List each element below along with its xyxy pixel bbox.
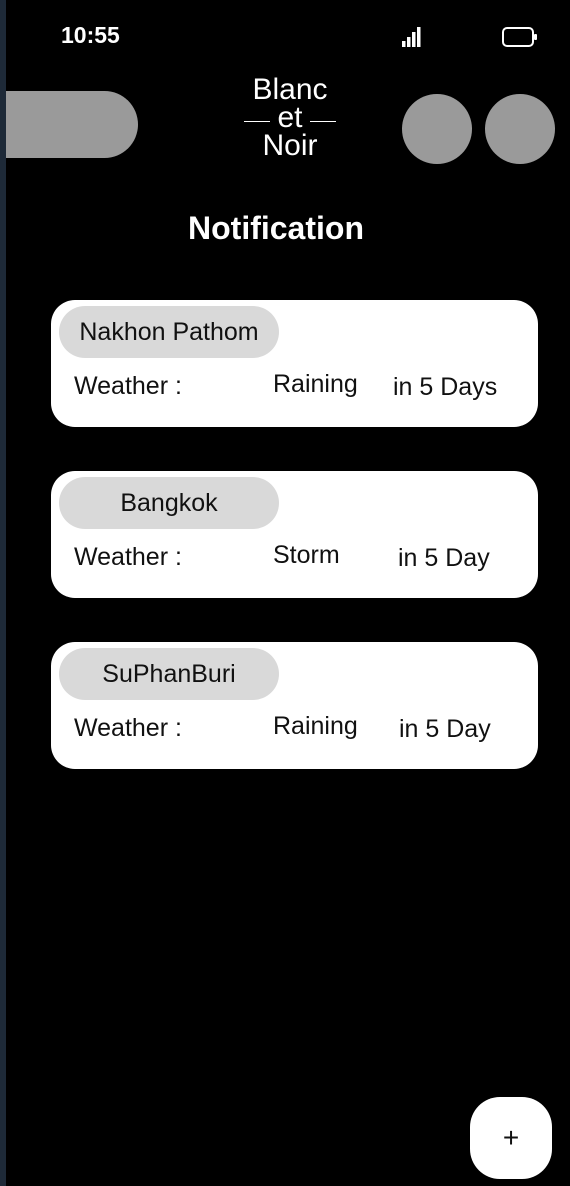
city-chip: Bangkok <box>59 477 279 529</box>
header-circle-button-2[interactable] <box>485 94 555 164</box>
weather-label: Weather : <box>74 372 182 400</box>
status-bar: 10:55 <box>6 0 570 60</box>
weather-condition: Storm <box>273 541 340 569</box>
notification-card[interactable]: Bangkok Weather : Storm in 5 Day <box>51 471 538 598</box>
weather-timeframe: in 5 Days <box>393 373 498 401</box>
app-screen: 10:55 Blanc et Noir Notification Nakhon … <box>6 0 570 1186</box>
header-circle-button-1[interactable] <box>402 94 472 164</box>
city-chip: Nakhon Pathom <box>59 306 279 358</box>
notification-card[interactable]: Nakhon Pathom Weather : Raining in 5 Day… <box>51 300 538 427</box>
logo-text-et: et <box>238 103 342 133</box>
app-logo: Blanc et Noir <box>238 73 342 162</box>
weather-timeframe: in 5 Day <box>398 544 490 572</box>
weather-timeframe: in 5 Day <box>399 715 491 743</box>
status-time: 10:55 <box>61 22 120 48</box>
logo-text-noir: Noir <box>262 129 318 162</box>
weather-condition: Raining <box>273 370 358 398</box>
weather-label: Weather : <box>74 714 182 742</box>
plus-icon: + <box>502 1122 520 1153</box>
header-menu-button[interactable] <box>6 91 138 158</box>
notification-card[interactable]: SuPhanBuri Weather : Raining in 5 Day <box>51 642 538 769</box>
battery-icon <box>502 27 537 47</box>
weather-condition: Raining <box>273 712 358 740</box>
add-notification-button[interactable]: + <box>470 1097 552 1179</box>
signal-icon <box>402 27 421 47</box>
city-chip: SuPhanBuri <box>59 648 279 700</box>
page-title: Notification <box>188 210 364 246</box>
logo-text-blanc: Blanc <box>252 73 328 106</box>
weather-label: Weather : <box>74 543 182 571</box>
